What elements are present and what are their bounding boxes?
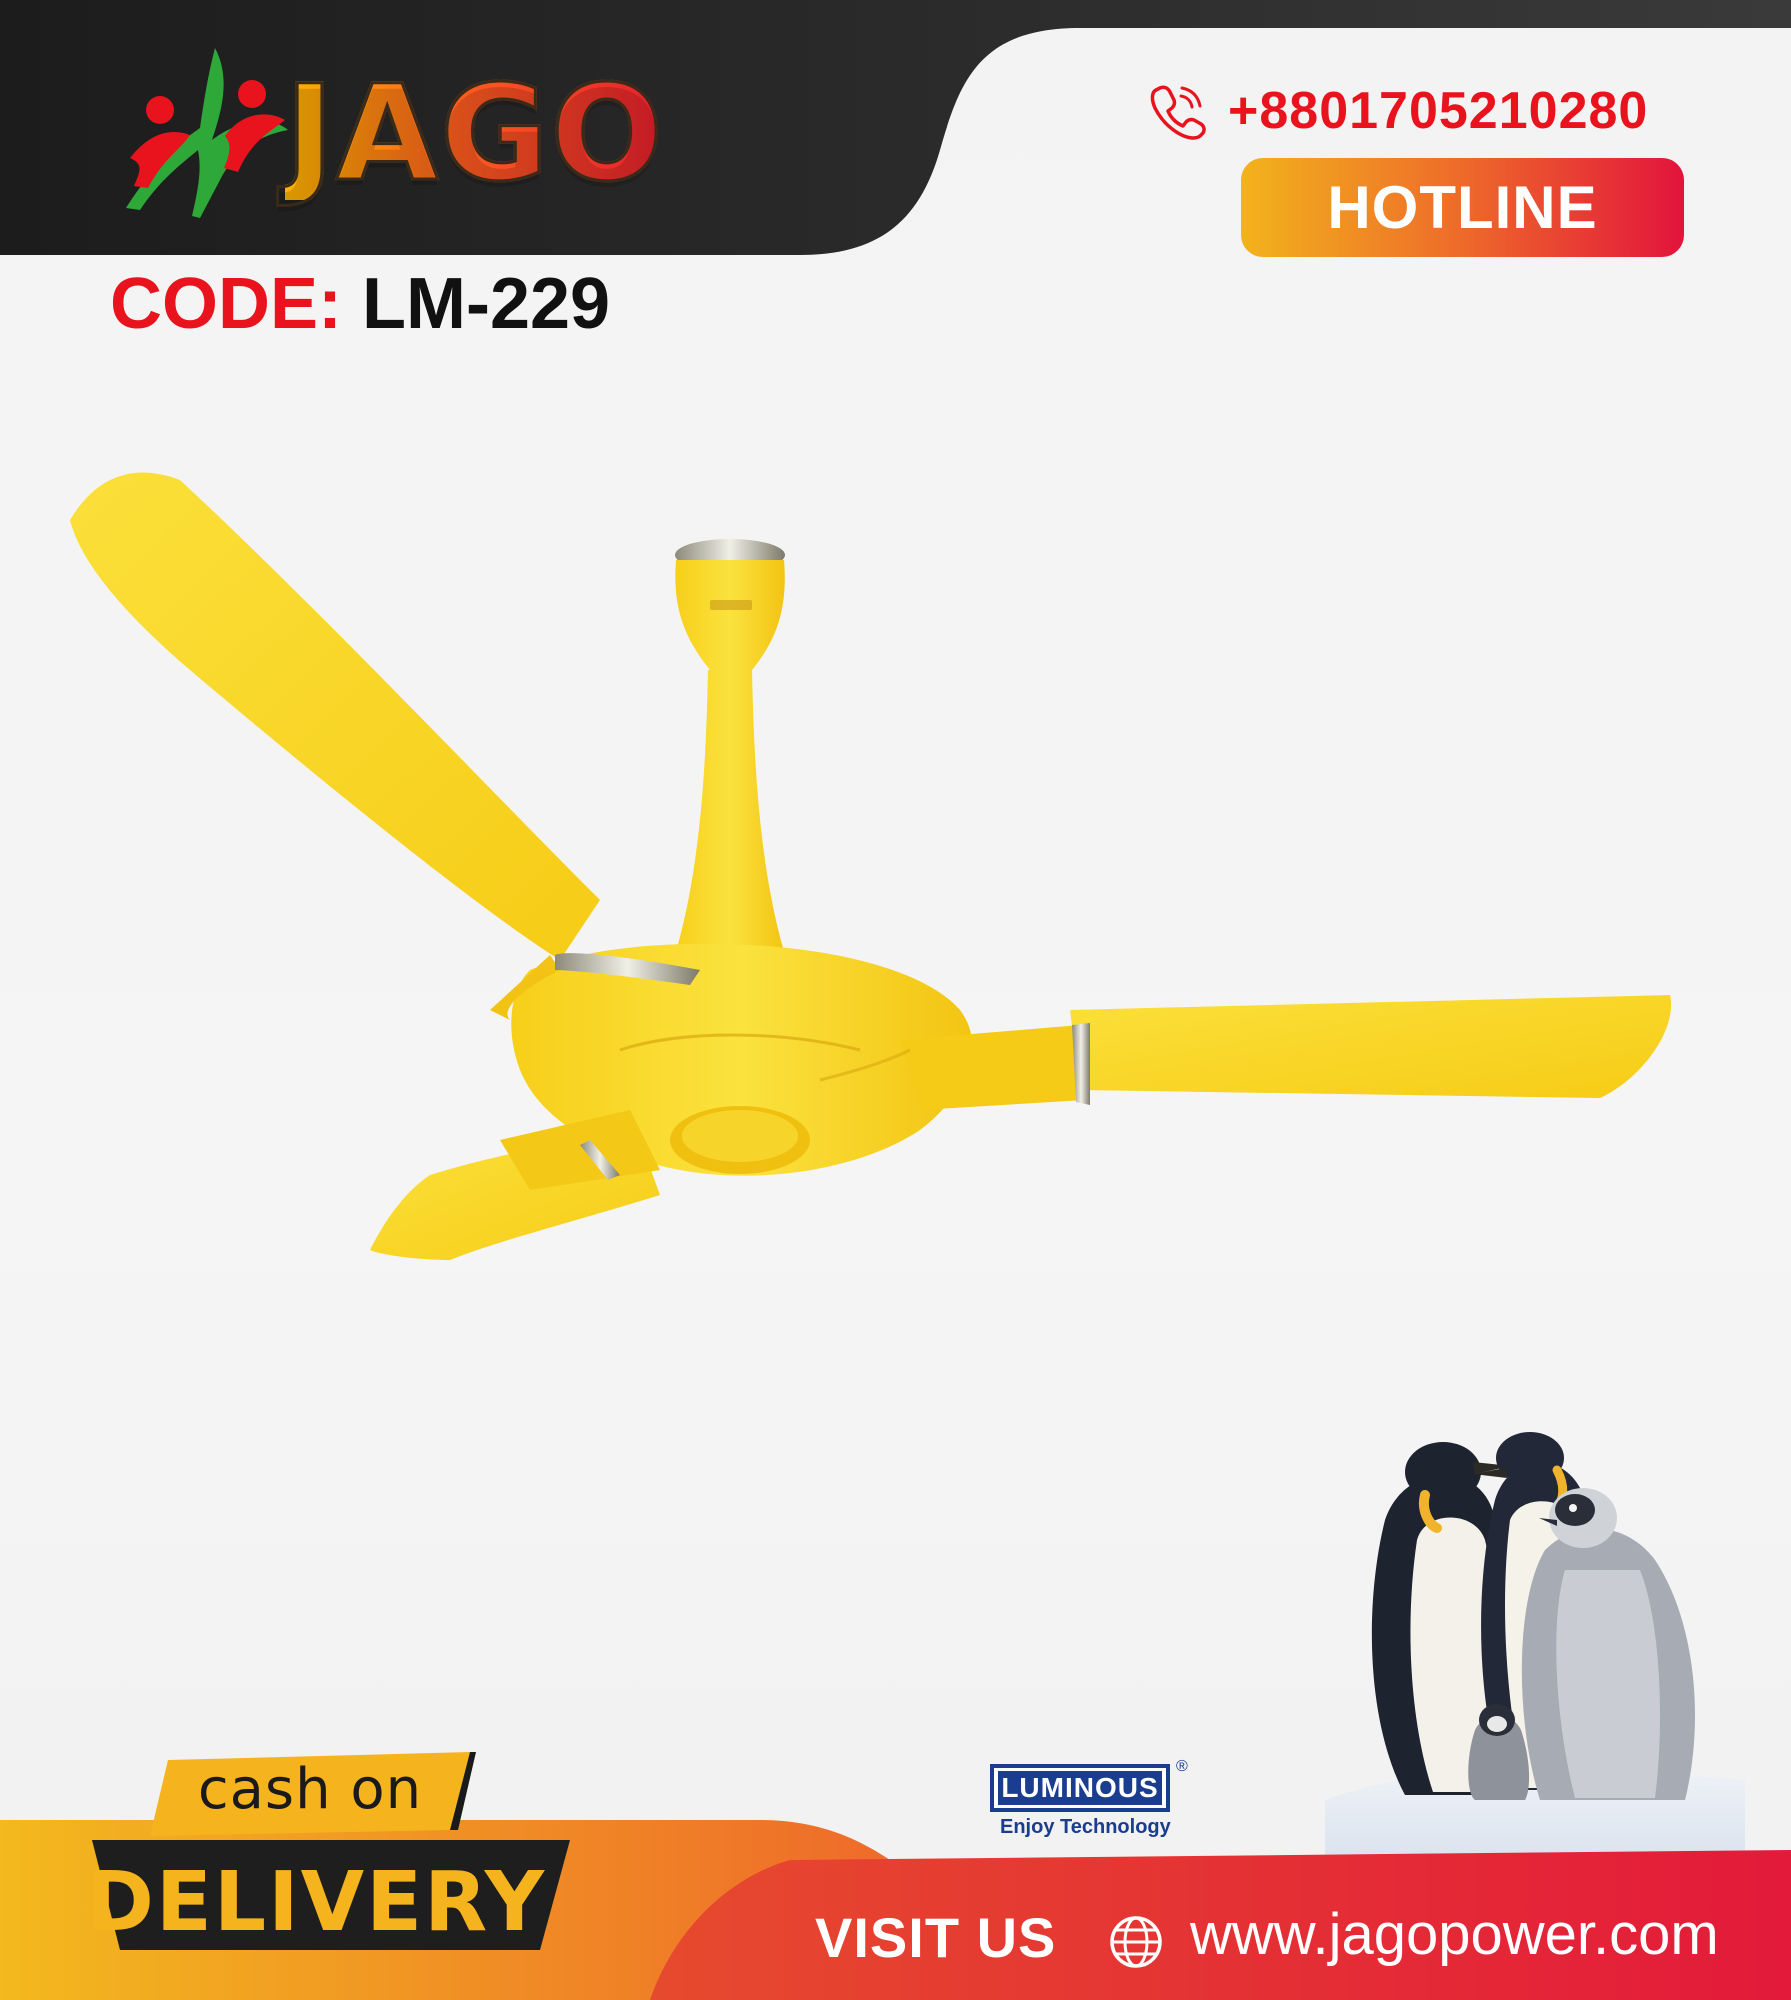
jago-logo[interactable]: JAGO <box>120 40 720 220</box>
code-label: CODE: <box>110 264 342 344</box>
phone-icon <box>1150 85 1206 140</box>
phone-number[interactable]: +8801705210280 <box>1228 81 1648 141</box>
hotline-button[interactable]: HOTLINE <box>1241 158 1684 257</box>
logo-wordmark: JAGO <box>284 57 665 211</box>
website-link[interactable]: www.jagopower.com <box>1190 1906 1719 1964</box>
phone-contact[interactable]: +8801705210280 <box>1148 76 1648 146</box>
cash-on-label: cash on <box>197 1756 423 1822</box>
code-value: LM-229 <box>362 264 611 344</box>
ceiling-fan-image <box>70 472 1672 1260</box>
product-poster: JAGO +8801705210280 HOTLINE CODE: LM-229 <box>0 0 1791 2000</box>
delivery-label: DELIVERY <box>85 1854 547 1950</box>
globe-icon <box>1110 1916 1162 1968</box>
product-code: CODE: LM-229 <box>110 268 610 340</box>
logo-people-icon <box>126 48 288 218</box>
visit-us-label: VISIT US <box>815 1906 1057 1969</box>
